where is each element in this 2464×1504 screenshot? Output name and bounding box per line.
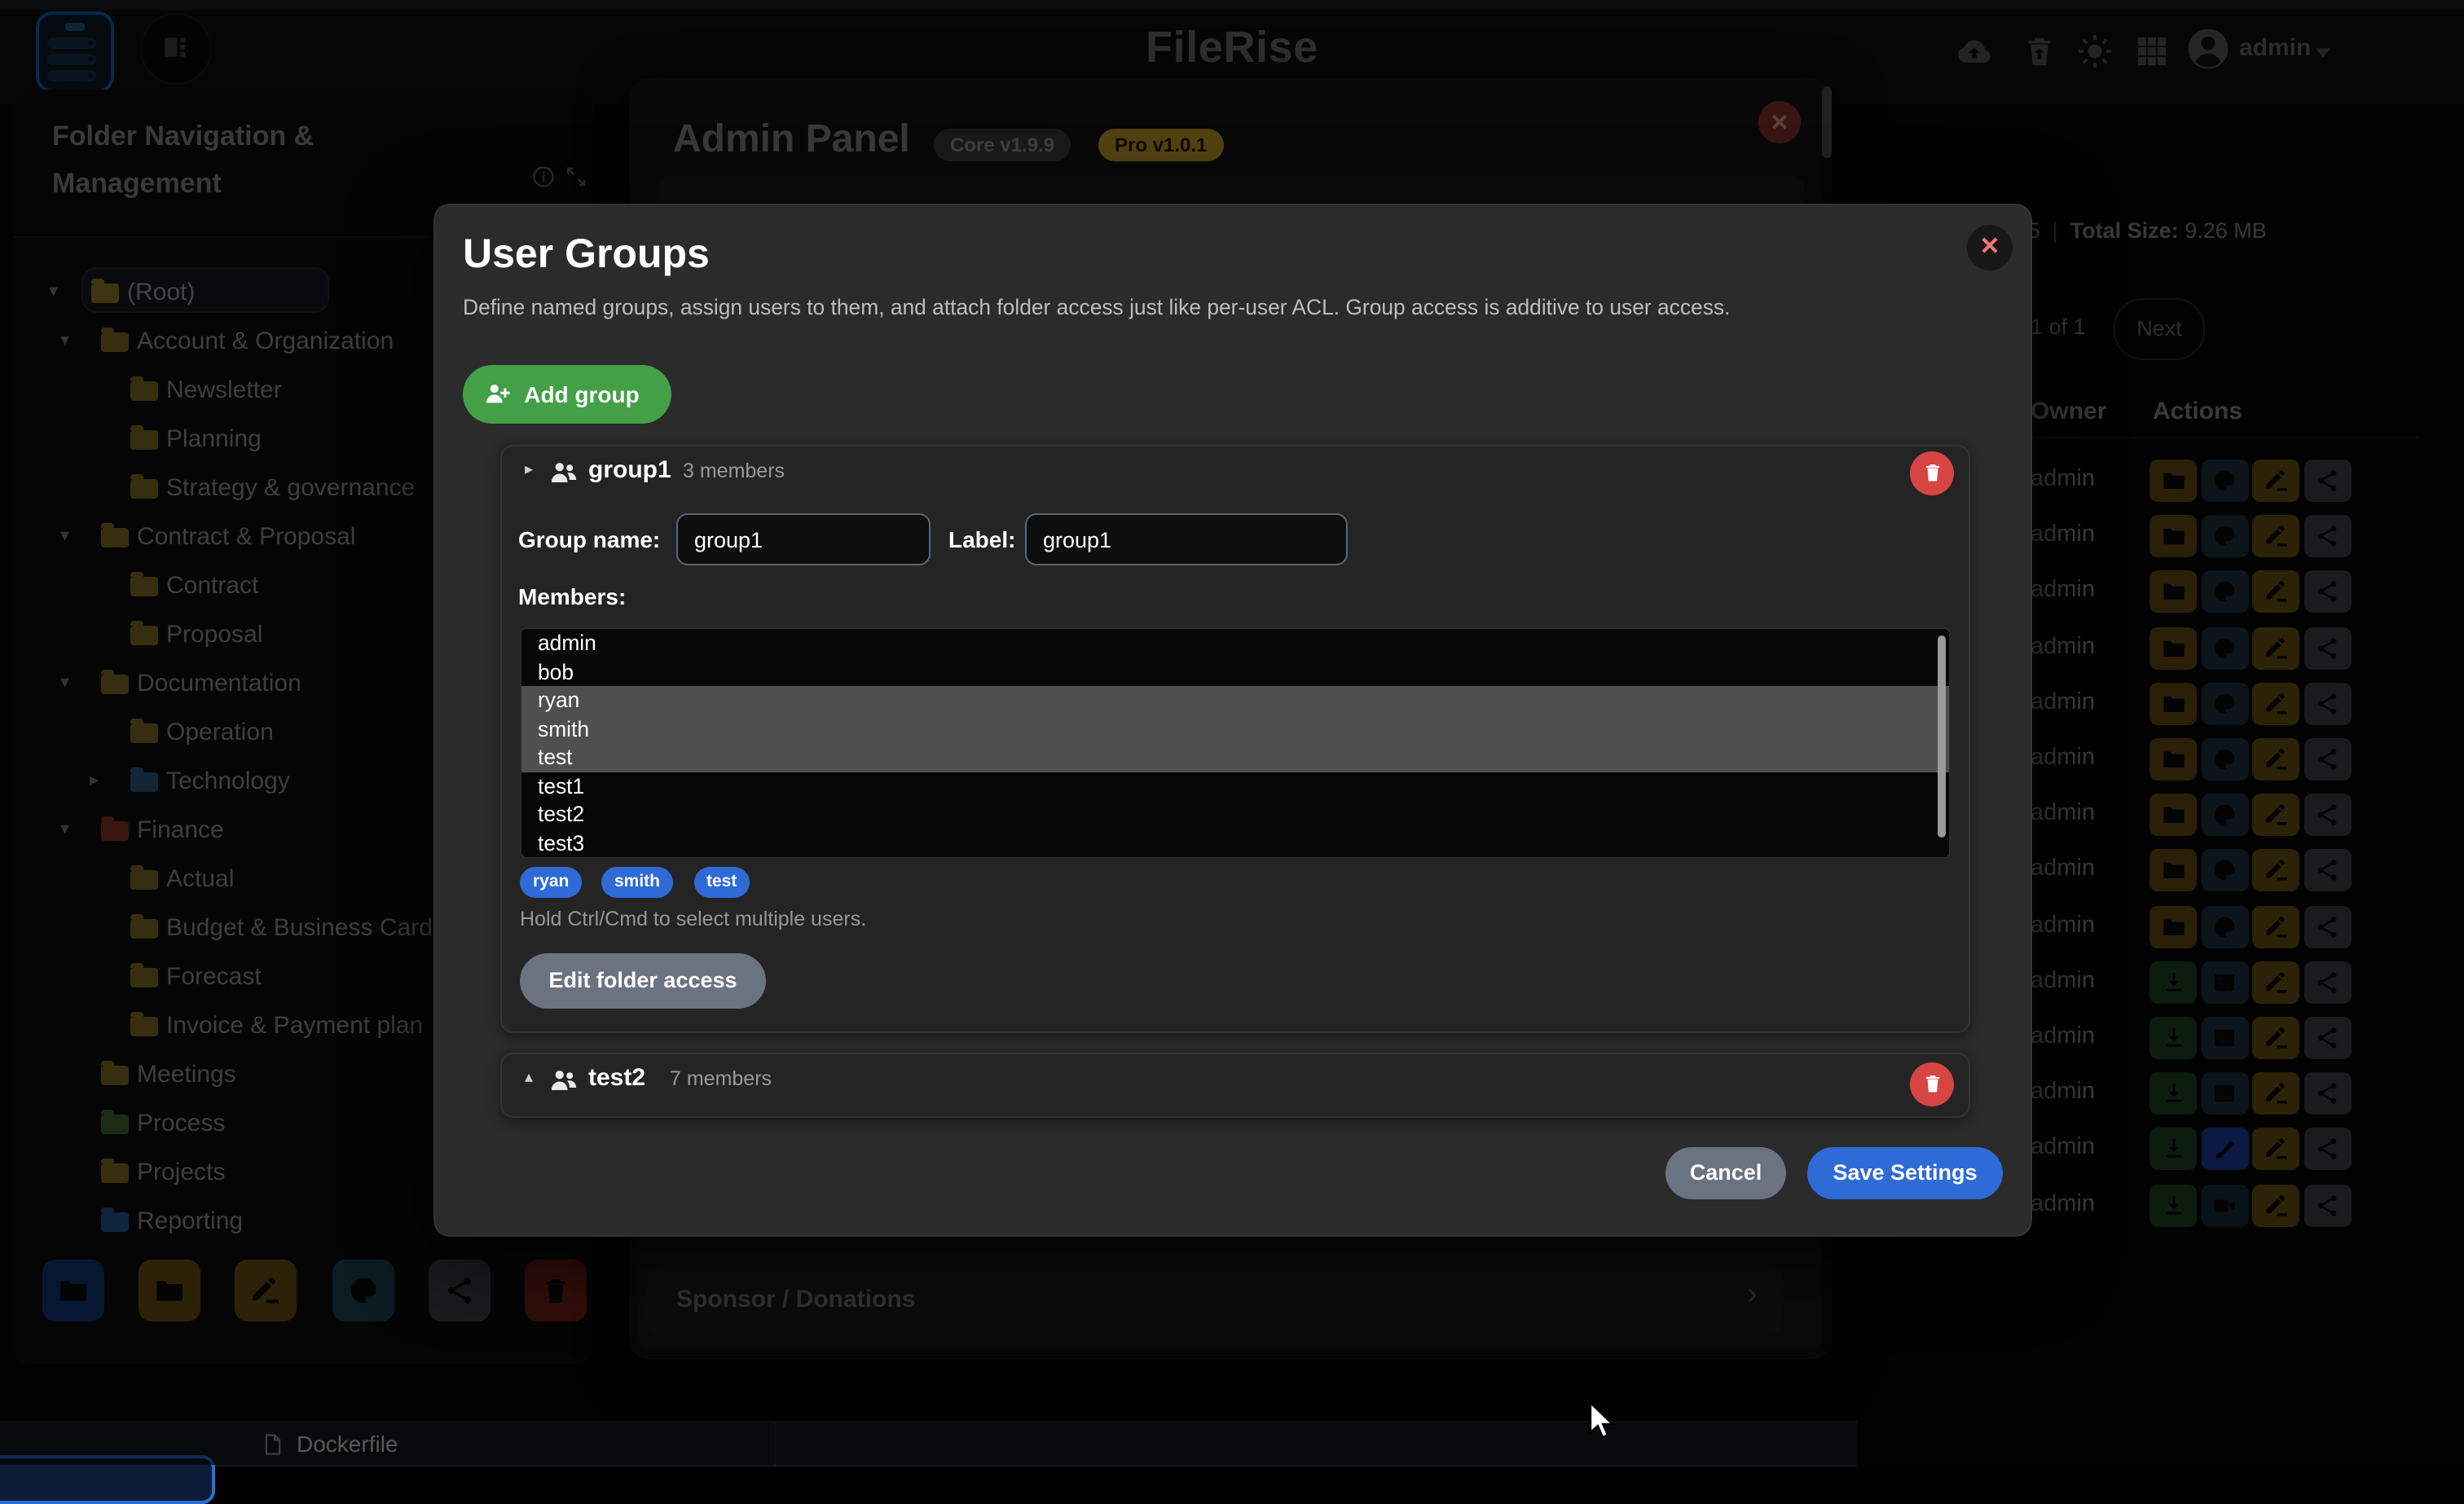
member-option-test3[interactable]: test3 bbox=[521, 829, 1949, 857]
group-card-test2: ▴ test2 7 members bbox=[500, 1053, 1970, 1118]
group-label-input[interactable] bbox=[1025, 513, 1348, 565]
people-icon bbox=[549, 458, 579, 487]
cancel-button[interactable]: Cancel bbox=[1665, 1147, 1786, 1199]
person-add-icon bbox=[484, 380, 512, 407]
group-caret-icon[interactable]: ▴ bbox=[525, 1069, 533, 1087]
user-groups-modal: User Groups ✕ Define named groups, assig… bbox=[433, 204, 2032, 1237]
group-member-count: 3 members bbox=[683, 460, 785, 482]
group-name-title[interactable]: test2 bbox=[588, 1064, 645, 1092]
listbox-scrollbar[interactable] bbox=[1938, 635, 1946, 838]
member-chip-ryan[interactable]: ryan bbox=[520, 867, 582, 898]
member-option-test1[interactable]: test1 bbox=[521, 772, 1949, 800]
group-card-group1: ▸ group1 3 members Group name: Label: Me… bbox=[500, 445, 1970, 1033]
edit-folder-access-button[interactable]: Edit folder access bbox=[520, 953, 766, 1009]
delete-group-button[interactable] bbox=[1910, 1062, 1954, 1106]
modal-title: User Groups bbox=[463, 231, 710, 279]
people-icon bbox=[549, 1066, 579, 1095]
mouse-cursor bbox=[1589, 1401, 1617, 1440]
modal-description: Define named groups, assign users to the… bbox=[463, 295, 1730, 319]
multi-select-hint: Hold Ctrl/Cmd to select multiple users. bbox=[520, 908, 866, 930]
trash-icon bbox=[1921, 461, 1943, 484]
group-name-input[interactable] bbox=[676, 513, 931, 565]
filerise-app: FileRise admin Folder Navigation & Manag… bbox=[0, 0, 2464, 1465]
member-chip-test[interactable]: test bbox=[693, 867, 750, 898]
member-option-admin[interactable]: admin bbox=[521, 629, 1949, 657]
members-listbox[interactable]: adminbobryansmithtesttest1test2test3 bbox=[520, 627, 1951, 859]
member-option-test2[interactable]: test2 bbox=[521, 800, 1949, 829]
add-group-button[interactable]: Add group bbox=[463, 365, 671, 424]
member-option-test[interactable]: test bbox=[521, 743, 1951, 772]
delete-group-button[interactable] bbox=[1910, 451, 1954, 495]
label-label: Label: bbox=[948, 526, 1015, 552]
save-settings-button[interactable]: Save Settings bbox=[1807, 1147, 2003, 1199]
group-caret-icon[interactable]: ▸ bbox=[525, 461, 533, 479]
member-option-ryan[interactable]: ryan bbox=[521, 686, 1951, 715]
group-member-count: 7 members bbox=[670, 1067, 772, 1090]
members-label: Members: bbox=[518, 583, 626, 609]
trash-icon bbox=[1921, 1072, 1943, 1095]
group-name-label: Group name: bbox=[518, 526, 660, 552]
member-option-smith[interactable]: smith bbox=[521, 715, 1951, 743]
member-option-bob[interactable]: bob bbox=[521, 657, 1949, 686]
member-chip-smith[interactable]: smith bbox=[601, 867, 673, 898]
group-name-title[interactable]: group1 bbox=[588, 456, 671, 484]
modal-close-button[interactable]: ✕ bbox=[1967, 225, 2013, 270]
